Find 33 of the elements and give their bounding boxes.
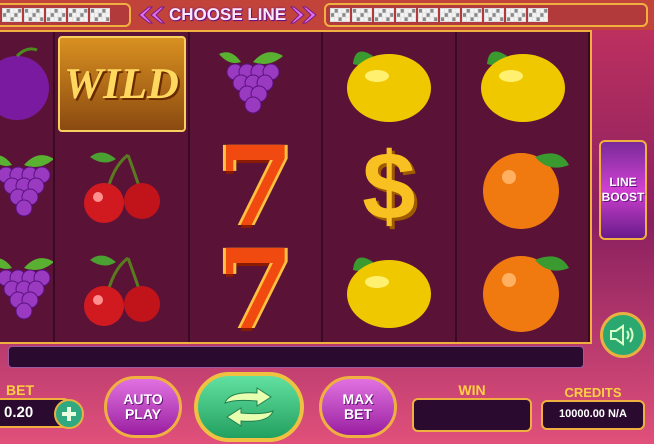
payline-icon xyxy=(330,8,350,22)
credits-label: CREDITS xyxy=(564,384,622,400)
choose-line-title[interactable]: CHOOSE LINE xyxy=(169,2,286,28)
bet-label: BET xyxy=(6,382,35,398)
payline-icon xyxy=(506,8,526,22)
left-arrows-icon[interactable] xyxy=(137,6,165,24)
payline-icon xyxy=(24,8,44,22)
increase-bet-button[interactable] xyxy=(54,399,84,429)
max-bet-button[interactable]: MAX BET xyxy=(319,376,397,438)
seven-symbol: 7 xyxy=(217,136,294,237)
payline-icon xyxy=(68,8,88,22)
line-boost-button[interactable]: LINE BOOST xyxy=(599,140,647,240)
payline-icon xyxy=(374,8,394,22)
auto-play-button[interactable]: AUTO PLAY xyxy=(104,376,182,438)
payline-icon xyxy=(418,8,438,22)
payline-icon xyxy=(440,8,460,22)
sound-button[interactable] xyxy=(600,312,646,358)
credits-value: 10000.00 N/A xyxy=(559,407,627,422)
payline-icon xyxy=(484,8,504,22)
payline-icon xyxy=(46,8,66,22)
wild-symbol: WILD xyxy=(58,36,186,132)
payline-icon xyxy=(90,8,110,22)
plus-icon xyxy=(62,407,76,421)
seven-symbol: 7 xyxy=(217,240,294,340)
bet-value: 0.20 xyxy=(4,402,34,423)
payline-icon xyxy=(528,8,548,22)
win-label: WIN xyxy=(458,382,486,398)
payline-icon xyxy=(352,8,372,22)
dollar-symbol: $ xyxy=(362,136,416,237)
right-arrows-icon[interactable] xyxy=(290,6,318,24)
payline-icon xyxy=(462,8,482,22)
payline-icon xyxy=(396,8,416,22)
payline-icon xyxy=(2,8,22,22)
